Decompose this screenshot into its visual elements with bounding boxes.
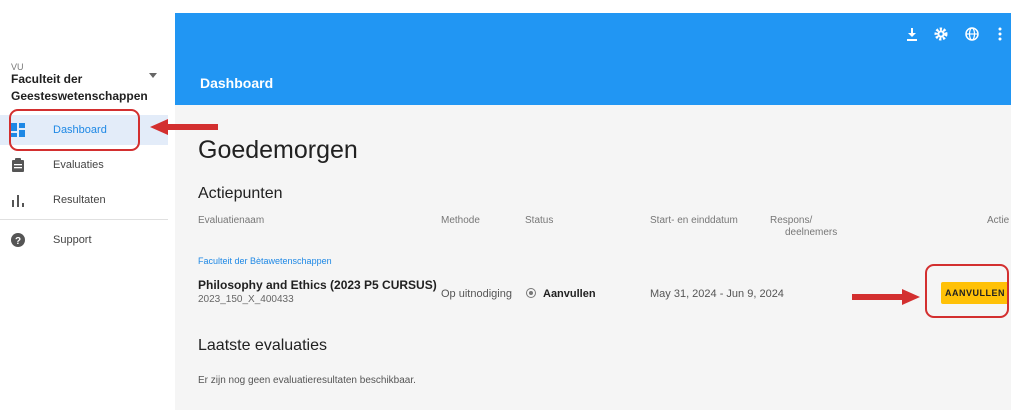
annotation-arrow-right-icon	[852, 289, 920, 305]
dates-value: May 31, 2024 - Jun 9, 2024	[650, 288, 784, 300]
sidebar-item-label: Evaluaties	[53, 159, 104, 171]
sidebar: VU Faculteit der Geesteswetenschappen Da…	[0, 0, 168, 410]
column-header-dates: Start- en einddatum	[650, 215, 738, 226]
annotation-box-button	[925, 264, 1009, 318]
actions-heading: Actiepunten	[198, 185, 283, 202]
sidebar-item-label: Resultaten	[53, 194, 106, 206]
empty-state-text: Er zijn nog geen evaluatieresultaten bes…	[198, 375, 416, 386]
sidebar-item-resultaten[interactable]: Resultaten	[0, 185, 168, 215]
download-icon[interactable]	[905, 27, 919, 41]
column-header-response: Respons/ deelnemers	[770, 215, 837, 239]
column-header-name: Evaluatienaam	[198, 215, 265, 226]
clipboard-icon	[12, 158, 24, 172]
status-value: Aanvullen	[543, 288, 596, 300]
course-name: Philosophy and Ethics (2023 P5 CURSUS)	[198, 278, 437, 292]
globe-icon[interactable]	[965, 27, 979, 41]
chevron-down-icon[interactable]	[149, 73, 157, 78]
latest-evaluations-heading: Laatste evaluaties	[198, 337, 327, 354]
column-header-status: Status	[525, 215, 554, 226]
gear-icon[interactable]	[934, 27, 948, 41]
annotation-box-dashboard	[9, 109, 140, 151]
sidebar-item-support[interactable]: ? Support	[0, 225, 168, 255]
column-header-method: Methode	[441, 215, 480, 226]
main-content: Goedemorgen Actiepunten Evaluatienaam Me…	[175, 105, 1011, 410]
page-title: Dashboard	[200, 75, 274, 91]
sidebar-item-label: Support	[53, 234, 92, 246]
bar-chart-icon	[12, 195, 24, 207]
column-header-response-line2: deelnemers	[785, 227, 838, 238]
status-icon	[526, 288, 536, 298]
column-header-response-line1: Respons/	[770, 215, 813, 226]
sidebar-divider	[0, 219, 168, 220]
faculty-link[interactable]: Faculteit der Bètawetenschappen	[198, 256, 332, 266]
more-icon[interactable]	[997, 27, 1003, 41]
sidebar-item-evaluaties[interactable]: Evaluaties	[0, 150, 168, 180]
svg-text:?: ?	[15, 236, 21, 247]
column-header-action: Actie	[987, 215, 1010, 226]
course-code: 2023_150_X_400433	[198, 294, 294, 305]
help-icon: ?	[11, 233, 25, 247]
org-name[interactable]: Faculteit der Geesteswetenschappen	[11, 71, 151, 105]
annotation-arrow-left-icon	[150, 119, 218, 135]
app-header: Dashboard	[175, 13, 1011, 105]
method-value: Op uitnodiging	[441, 288, 512, 300]
greeting-heading: Goedemorgen	[198, 136, 358, 164]
